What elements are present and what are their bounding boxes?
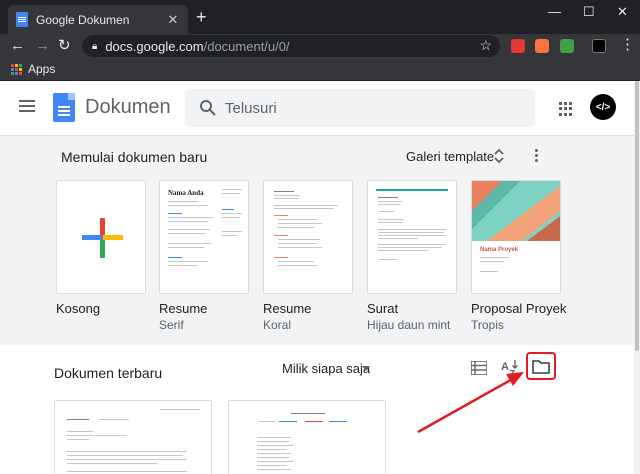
gallery-title: Memulai dokumen baru xyxy=(61,149,208,165)
back-icon[interactable]: ← xyxy=(10,37,25,55)
extension-red-icon[interactable] xyxy=(511,39,525,53)
template-name: Kosong xyxy=(56,301,101,316)
page-scrollbar[interactable] xyxy=(634,81,640,474)
browser-toolbar: ← → ↻ 🔒︎ docs.google.com/document/u/0/ ☆… xyxy=(0,34,640,58)
template-gallery: Memulai dokumen baru Galeri template Kos… xyxy=(0,135,640,345)
scrollbar-thumb[interactable] xyxy=(635,81,639,351)
browser-tab[interactable]: Google Dokumen ✕ xyxy=(8,5,188,34)
lock-icon: 🔒︎ xyxy=(92,40,98,52)
apps-grid-dot xyxy=(11,71,14,75)
template-letter-mint[interactable]: Surat Hijau daun mint xyxy=(367,180,457,332)
tab-title: Google Dokumen xyxy=(36,12,130,27)
chevron-down-icon[interactable] xyxy=(362,366,370,371)
docs-header: Dokumen </> xyxy=(0,81,640,135)
apps-grid-dot xyxy=(15,67,18,71)
extension-code-icon[interactable] xyxy=(592,39,606,53)
search-icon[interactable] xyxy=(199,99,217,117)
unfold-icon[interactable] xyxy=(493,148,505,164)
template-project-proposal[interactable]: Nama Proyek Proposal Proyek Tropis xyxy=(471,180,567,332)
apps-grid-dot xyxy=(19,67,22,71)
reload-icon[interactable]: ↻ xyxy=(58,37,71,55)
search-box xyxy=(185,89,535,127)
extension-green-icon[interactable] xyxy=(560,39,574,53)
new-tab-icon[interactable]: + xyxy=(196,8,207,26)
apps-grid-dot xyxy=(19,63,22,67)
search-input[interactable] xyxy=(225,89,525,127)
google-apps-icon[interactable] xyxy=(559,102,573,116)
svg-text:Z: Z xyxy=(509,369,515,378)
main-menu-icon[interactable] xyxy=(19,100,35,112)
maximize-icon[interactable]: ☐ xyxy=(583,4,595,20)
template-thumbnail[interactable] xyxy=(263,180,353,294)
tab-close-icon[interactable]: ✕ xyxy=(166,12,180,28)
template-subtitle: Tropis xyxy=(471,318,504,332)
window-close-icon[interactable]: ✕ xyxy=(617,4,628,20)
gallery-more-icon[interactable] xyxy=(535,149,539,163)
plus-icon xyxy=(82,218,123,258)
apps-grid-dot xyxy=(19,71,22,75)
forward-icon[interactable]: → xyxy=(35,37,50,55)
proposal-art-image xyxy=(472,181,560,241)
template-subtitle: Koral xyxy=(263,318,292,332)
template-resume-coral[interactable]: Resume Koral xyxy=(263,180,353,332)
apps-grid-dot xyxy=(11,67,14,71)
folder-icon xyxy=(532,359,550,374)
list-view-icon[interactable] xyxy=(471,361,487,375)
docs-logo-icon[interactable] xyxy=(53,93,75,122)
template-blank[interactable]: Kosong xyxy=(56,180,146,318)
extension-orange-icon[interactable] xyxy=(535,39,549,53)
browser-menu-icon[interactable]: ⋮ xyxy=(620,36,635,54)
owner-filter-dropdown[interactable]: Milik siapa saja xyxy=(282,361,370,376)
bookmark-star-icon[interactable]: ☆ xyxy=(479,37,492,54)
template-name: Surat xyxy=(367,301,399,316)
bookmark-apps[interactable]: Apps xyxy=(28,62,55,76)
svg-text:A: A xyxy=(501,361,509,373)
avatar[interactable]: </> xyxy=(590,94,616,120)
recent-docs-title: Dokumen terbaru xyxy=(54,365,163,381)
template-thumbnail[interactable] xyxy=(56,180,146,294)
recent-doc-card[interactable] xyxy=(54,400,212,474)
thumb-heading: Nama Anda xyxy=(168,189,204,197)
docs-favicon-icon xyxy=(16,12,28,27)
bookmarks-bar: Apps xyxy=(0,58,640,81)
sort-az-icon[interactable]: A Z xyxy=(500,358,520,378)
template-name: Resume xyxy=(263,301,312,316)
template-name: Resume xyxy=(159,301,208,316)
url-path: /document/u/0/ xyxy=(203,38,290,54)
template-gallery-toggle[interactable]: Galeri template xyxy=(406,149,494,164)
template-subtitle: Serif xyxy=(159,318,184,332)
url-host: docs.google.com xyxy=(105,38,204,54)
template-resume-serif[interactable]: Nama Anda Resume Serif xyxy=(159,180,249,332)
apps-grid-dot xyxy=(11,63,14,67)
apps-grid-dot xyxy=(15,63,18,67)
apps-grid-icon[interactable] xyxy=(11,63,22,75)
apps-grid-dot xyxy=(15,71,18,75)
file-picker-button[interactable] xyxy=(526,352,556,380)
template-name: Proposal Proyek xyxy=(471,301,567,316)
template-subtitle: Hijau daun mint xyxy=(367,318,451,332)
template-thumbnail[interactable]: Nama Proyek xyxy=(471,180,561,294)
address-bar[interactable]: 🔒︎ docs.google.com/document/u/0/ ☆ xyxy=(82,35,500,57)
app-title[interactable]: Dokumen xyxy=(85,96,171,119)
minimize-icon[interactable]: — xyxy=(548,4,561,19)
browser-tab-bar: Google Dokumen ✕ + — ☐ ✕ xyxy=(0,0,640,34)
thumb-heading: Nama Proyek xyxy=(480,247,519,253)
template-thumbnail[interactable] xyxy=(367,180,457,294)
recent-doc-card[interactable] xyxy=(228,400,386,474)
template-thumbnail[interactable]: Nama Anda xyxy=(159,180,249,294)
